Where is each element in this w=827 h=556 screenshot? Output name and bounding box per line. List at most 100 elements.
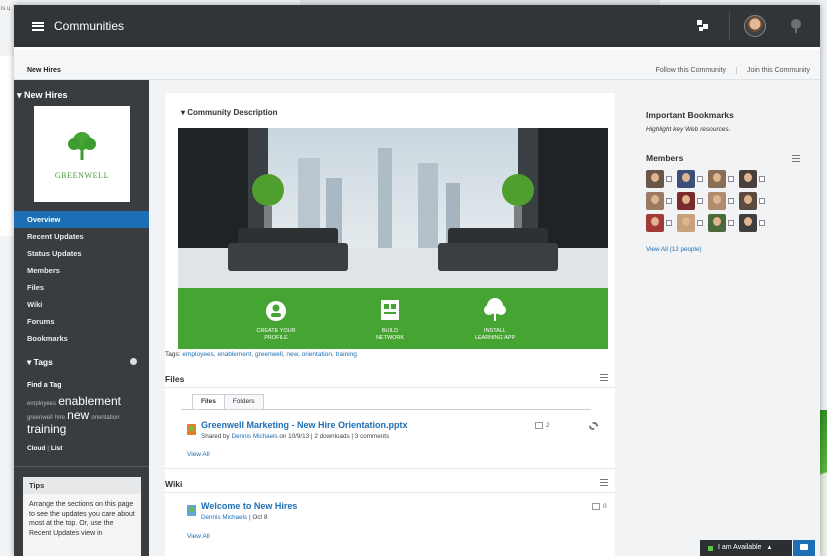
availability-status[interactable]: I am Available ▲ bbox=[700, 540, 792, 556]
community-description-heading[interactable]: ▾ Community Description bbox=[181, 108, 277, 117]
files-view-all-link[interactable]: View All bbox=[187, 451, 210, 458]
business-card-icon[interactable] bbox=[697, 176, 703, 182]
member-avatar[interactable] bbox=[708, 192, 739, 214]
author-link[interactable]: Dennis Michaels bbox=[201, 514, 247, 521]
business-card-icon[interactable] bbox=[697, 220, 703, 226]
members-menu-icon[interactable] bbox=[792, 155, 800, 162]
tag-employees[interactable]: employees bbox=[27, 401, 56, 407]
sidebar-title[interactable]: ▾ New Hires bbox=[14, 80, 149, 101]
community-tree-icon[interactable] bbox=[788, 18, 804, 34]
member-avatar[interactable] bbox=[677, 214, 708, 236]
nav-item-wiki[interactable]: Wiki bbox=[14, 296, 149, 313]
tab-folders[interactable]: Folders bbox=[224, 394, 264, 409]
member-photo[interactable] bbox=[708, 214, 726, 232]
business-card-icon[interactable] bbox=[666, 176, 672, 182]
member-photo[interactable] bbox=[739, 192, 757, 210]
list-view-link[interactable]: List bbox=[51, 445, 63, 452]
member-avatar[interactable] bbox=[677, 170, 708, 192]
svg-text:CREATE YOUR: CREATE YOUR bbox=[256, 328, 295, 334]
files-menu-icon[interactable] bbox=[600, 374, 608, 381]
tag-greenwell[interactable]: greenwell bbox=[27, 415, 53, 421]
nav-item-status-updates[interactable]: Status Updates bbox=[14, 245, 149, 262]
wiki-menu-icon[interactable] bbox=[600, 479, 608, 486]
business-card-icon[interactable] bbox=[697, 198, 703, 204]
member-avatar[interactable] bbox=[708, 214, 739, 236]
member-avatar[interactable] bbox=[646, 214, 677, 236]
member-photo[interactable] bbox=[646, 214, 664, 232]
tree-logo-icon bbox=[68, 131, 96, 160]
nav-item-files[interactable]: Files bbox=[14, 279, 149, 296]
community-sidebar: ▾ New Hires GREENWELL Overview Recent Up… bbox=[14, 80, 149, 556]
wiki-view-all-link[interactable]: View All bbox=[187, 533, 210, 540]
nav-item-overview[interactable]: Overview bbox=[14, 211, 149, 228]
member-photo[interactable] bbox=[739, 214, 757, 232]
wiki-title-link[interactable]: Welcome to New Hires bbox=[201, 501, 297, 511]
svg-text:NETWORK: NETWORK bbox=[376, 335, 404, 341]
background-text: is u bbox=[1, 6, 11, 12]
description-tags: Tags: employees, enablement, greenwell, … bbox=[165, 351, 357, 358]
svg-text:PROFILE: PROFILE bbox=[264, 335, 288, 341]
tag-hire[interactable]: hire bbox=[55, 415, 65, 421]
divider bbox=[165, 492, 615, 493]
member-photo[interactable] bbox=[677, 170, 695, 188]
chat-button[interactable] bbox=[793, 540, 815, 556]
tag-training[interactable]: training bbox=[27, 422, 66, 436]
business-card-icon[interactable] bbox=[759, 198, 765, 204]
comment-count: 2 bbox=[535, 422, 550, 429]
tips-panel: Tips Arrange the sections on this page t… bbox=[23, 477, 141, 556]
business-card-icon[interactable] bbox=[728, 176, 734, 182]
tags-section-title[interactable]: ▾ Tags bbox=[14, 357, 149, 368]
communities-window: Communities New Hires Follow this Commun… bbox=[14, 5, 820, 556]
business-card-icon[interactable] bbox=[666, 220, 672, 226]
info-icon[interactable] bbox=[130, 358, 137, 365]
join-community-button[interactable]: Join this Community bbox=[735, 67, 820, 74]
business-card-icon[interactable] bbox=[666, 198, 672, 204]
user-avatar[interactable] bbox=[744, 15, 766, 37]
find-tag-link[interactable]: Find a Tag bbox=[27, 382, 61, 389]
business-card-icon[interactable] bbox=[728, 198, 734, 204]
svg-text:LEARNING APP: LEARNING APP bbox=[475, 335, 516, 341]
tag-orientation[interactable]: orientation bbox=[91, 415, 119, 421]
members-view-all-link[interactable]: View All (12 people) bbox=[646, 246, 702, 253]
business-card-icon[interactable] bbox=[759, 220, 765, 226]
member-photo[interactable] bbox=[677, 214, 695, 232]
app-switcher-icon[interactable] bbox=[697, 20, 711, 32]
tab-files[interactable]: Files bbox=[192, 394, 225, 409]
business-card-icon[interactable] bbox=[759, 176, 765, 182]
nav-item-bookmarks[interactable]: Bookmarks bbox=[14, 330, 149, 347]
tag-enablement[interactable]: enablement bbox=[58, 394, 121, 408]
overview-card: ▾ Community Description CREATE YOUR PROF… bbox=[165, 93, 615, 556]
member-photo[interactable] bbox=[708, 170, 726, 188]
follow-community-button[interactable]: Follow this Community bbox=[646, 67, 736, 74]
wiki-meta: Dennis Michaels | Oct 8 bbox=[201, 514, 268, 521]
member-photo[interactable] bbox=[646, 170, 664, 188]
member-avatar[interactable] bbox=[708, 170, 739, 192]
member-avatar[interactable] bbox=[646, 170, 677, 192]
member-photo[interactable] bbox=[677, 192, 695, 210]
hamburger-menu-icon[interactable] bbox=[32, 21, 44, 31]
bookmarks-subtitle: Highlight key Web resources. bbox=[646, 126, 731, 133]
tag-new[interactable]: new bbox=[67, 408, 89, 422]
member-avatar[interactable] bbox=[739, 214, 770, 236]
nav-item-recent-updates[interactable]: Recent Updates bbox=[14, 228, 149, 245]
breadcrumb[interactable]: New Hires bbox=[27, 67, 61, 74]
member-photo[interactable] bbox=[646, 192, 664, 210]
member-avatar[interactable] bbox=[646, 192, 677, 214]
cloud-view-link[interactable]: Cloud bbox=[27, 445, 45, 452]
member-avatar[interactable] bbox=[739, 170, 770, 192]
sync-icon[interactable] bbox=[589, 422, 598, 430]
business-card-icon[interactable] bbox=[728, 220, 734, 226]
divider bbox=[729, 12, 730, 40]
member-avatar[interactable] bbox=[739, 192, 770, 214]
community-nav: Overview Recent Updates Status Updates M… bbox=[14, 211, 149, 347]
member-avatar[interactable] bbox=[677, 192, 708, 214]
nav-item-members[interactable]: Members bbox=[14, 262, 149, 279]
app-title: Communities bbox=[54, 19, 125, 33]
tag-links[interactable]: employees, enablement, greenwell, new, o… bbox=[182, 351, 357, 358]
member-photo[interactable] bbox=[739, 170, 757, 188]
member-photo[interactable] bbox=[708, 192, 726, 210]
nav-item-forums[interactable]: Forums bbox=[14, 313, 149, 330]
author-link[interactable]: Dennis Michaels bbox=[231, 433, 277, 440]
divider bbox=[165, 387, 615, 388]
file-title-link[interactable]: Greenwell Marketing - New Hire Orientati… bbox=[201, 420, 408, 430]
